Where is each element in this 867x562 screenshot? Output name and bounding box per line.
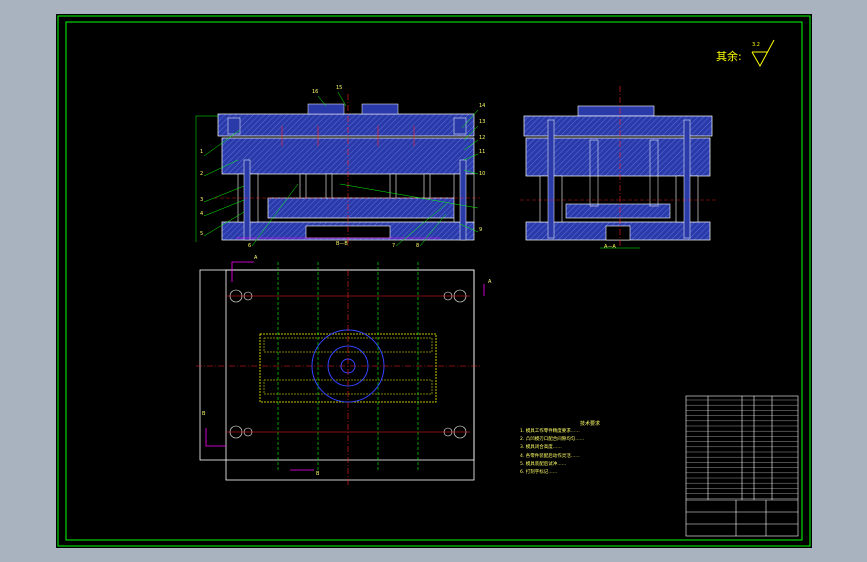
part-number: 11 — [479, 149, 486, 155]
roughness-value: 3.2 — [752, 42, 760, 48]
part-number: 1 — [200, 149, 204, 155]
part-number: 9 — [479, 227, 483, 233]
part-number: 15 — [336, 85, 343, 91]
part-number: 7 — [392, 243, 396, 249]
front-section-view — [195, 91, 480, 247]
roughness-label: 其余: — [716, 50, 742, 63]
requirement-line: 4. 各零件装配后动作灵活…… — [520, 453, 580, 459]
requirement-line: 1. 模具工作零件精度要求…… — [520, 429, 580, 434]
part-number: 10 — [479, 171, 486, 177]
plan-cut-b-top: B — [202, 411, 206, 417]
requirement-line: 6. 打刻字标记…… — [520, 470, 558, 476]
part-number: 12 — [479, 135, 486, 141]
part-number: 14 — [479, 103, 486, 109]
part-number: 16 — [312, 89, 319, 95]
requirement-line: 5. 模具装配后试冲…… — [520, 461, 567, 467]
cad-drawing-canvas — [56, 14, 812, 548]
requirement-line: 3. 模具闭合高度…… — [520, 445, 562, 451]
technical-requirements-title: 技术要求 — [580, 421, 601, 427]
plan-cut-a-left: A — [254, 255, 258, 261]
drawing-sheet — [56, 14, 812, 548]
part-number: 13 — [479, 119, 486, 125]
plan-cut-a-right: A — [488, 279, 492, 285]
part-number: 3 — [200, 197, 204, 203]
part-number: 5 — [200, 231, 204, 237]
part-number: 8 — [416, 243, 420, 249]
requirement-line: 2. 凸凹模刃口配合间隙均匀…… — [520, 437, 585, 443]
section-label-front: B—B — [336, 241, 348, 247]
section-label-side: A—A — [604, 244, 616, 250]
plan-cut-b-bottom: B — [316, 471, 320, 477]
technical-requirements: 技术要求 1. 模具工作零件精度要求…… 2. 凸凹模刃口配合间隙均匀…… 3.… — [520, 421, 680, 477]
part-number: 6 — [248, 243, 252, 249]
part-number: 4 — [200, 211, 204, 217]
part-number: 2 — [200, 171, 204, 177]
